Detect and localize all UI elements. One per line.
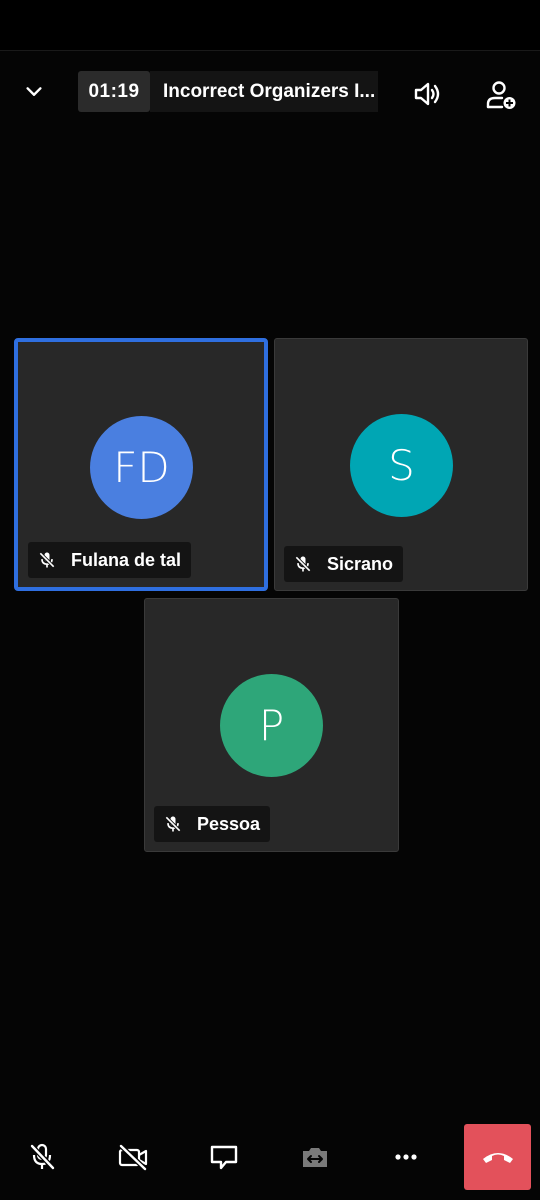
collapse-button[interactable] (14, 72, 54, 112)
participant-name: Fulana de tal (71, 549, 182, 570)
mic-off-icon (30, 1143, 55, 1170)
participant-name: Pessoa (197, 813, 261, 834)
participant-tile[interactable]: FD Fulana de tal (14, 338, 268, 591)
call-controls (0, 1124, 540, 1190)
avatar: P (220, 674, 323, 777)
switch-camera-button[interactable] (292, 1134, 338, 1180)
participant-tile[interactable]: P Pessoa (144, 598, 399, 852)
camera-off-icon (118, 1144, 148, 1171)
chat-icon (210, 1145, 238, 1170)
meeting-title[interactable]: Incorrect Organizers I... (150, 71, 378, 112)
divider (0, 50, 540, 51)
hang-up-button[interactable] (464, 1124, 531, 1190)
speaker-button[interactable] (406, 72, 450, 116)
participant-tile[interactable]: S Sicrano (274, 338, 528, 591)
call-timer: 01:19 (78, 71, 150, 112)
mic-muted-icon (36, 549, 58, 571)
avatar: FD (90, 416, 193, 519)
avatar-initials: P (258, 701, 285, 750)
hang-up-icon (482, 1153, 513, 1163)
call-header: 01:19 Incorrect Organizers I... (0, 60, 540, 124)
participant-name-tag: Pessoa (154, 806, 271, 842)
switch-camera-icon (303, 1148, 327, 1167)
add-person-icon (486, 81, 516, 109)
chevron-down-icon (26, 87, 42, 96)
status-bar (0, 0, 540, 50)
avatar-initials: S (388, 441, 415, 490)
mic-muted-icon (162, 813, 184, 835)
chat-button[interactable] (201, 1134, 247, 1180)
speaker-icon (414, 82, 440, 106)
add-participant-button[interactable] (478, 72, 524, 118)
participant-name-tag: Fulana de tal (28, 542, 192, 578)
mute-button[interactable] (19, 1134, 65, 1180)
participant-name: Sicrano (327, 553, 394, 574)
avatar-initials: FD (113, 443, 170, 492)
more-icon (395, 1154, 417, 1160)
participant-name-tag: Sicrano (284, 546, 404, 582)
mic-muted-icon (292, 553, 314, 575)
more-options-button[interactable] (383, 1134, 429, 1180)
avatar: S (350, 414, 453, 517)
camera-button[interactable] (110, 1134, 156, 1180)
